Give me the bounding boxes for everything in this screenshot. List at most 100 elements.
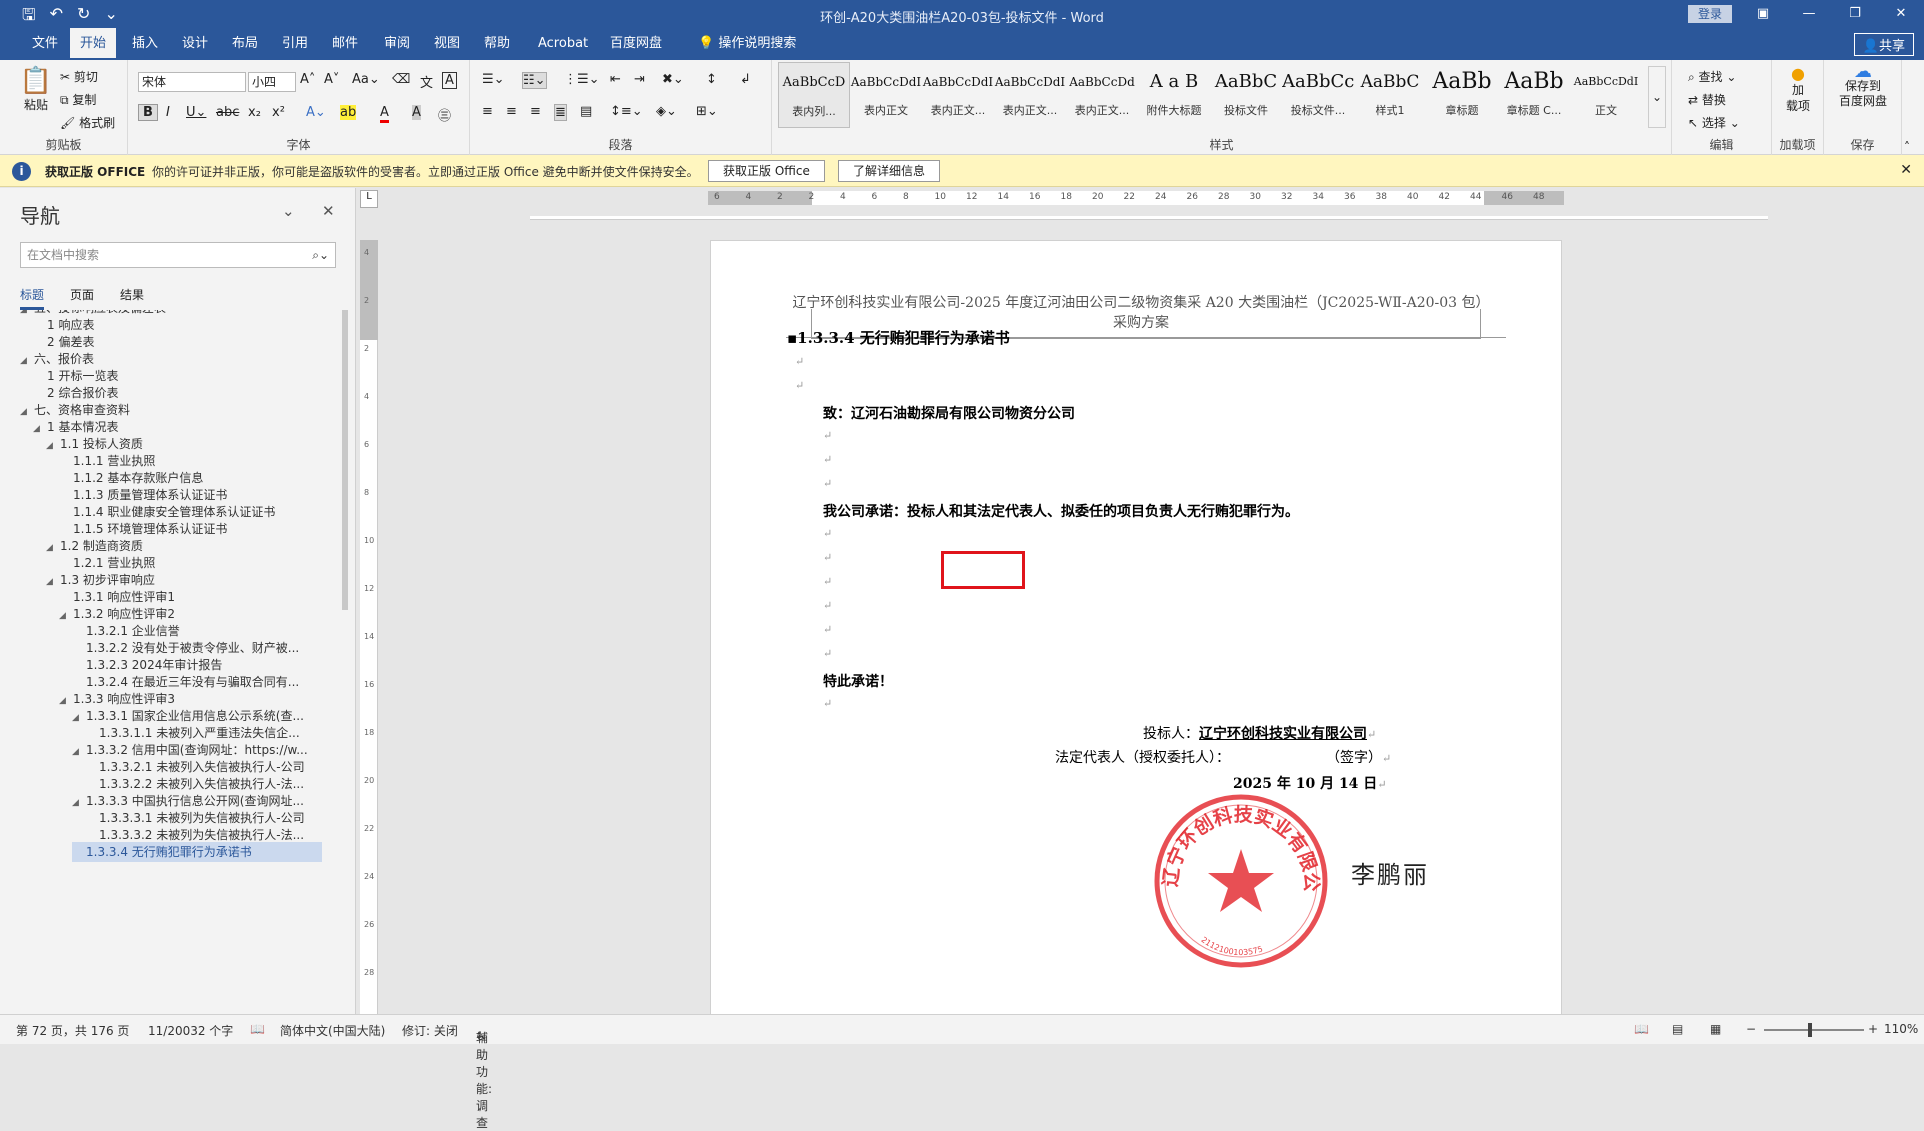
sort-icon[interactable]: ↕ (706, 72, 717, 87)
clear-format-icon[interactable]: ⌫ (392, 72, 410, 87)
read-mode-icon[interactable]: 📖 (1634, 1022, 1649, 1036)
increase-indent-icon[interactable]: ⇥ (634, 72, 645, 87)
style-item[interactable]: AaBbCcDdI 正文 (1570, 62, 1642, 128)
tab-references[interactable]: 引用 (272, 28, 318, 60)
grow-font-icon[interactable]: A˄ (300, 72, 315, 87)
copy-button[interactable]: ⧉ 复制 (60, 91, 96, 108)
highlight-icon[interactable]: ab (340, 105, 357, 120)
collapse-ribbon-icon[interactable]: ˄ (1904, 140, 1910, 154)
numbering-icon[interactable]: ☷⌄ (522, 72, 547, 89)
chinese-layout-icon[interactable]: ✖⌄ (662, 72, 684, 87)
minimize-icon[interactable]: — (1786, 0, 1832, 28)
language-status[interactable]: 简体中文(中国大陆) (280, 1022, 385, 1039)
distributed-icon[interactable]: ▤ (580, 104, 592, 119)
enclose-char-icon[interactable]: ㊂ (438, 105, 451, 124)
proofing-icon[interactable]: 📖 (250, 1022, 265, 1036)
search-icon[interactable]: ⌕⌄ (312, 243, 329, 267)
find-button[interactable]: ⌕ 查找 ⌄ (1688, 68, 1736, 85)
nav-search-input[interactable]: 在文档中搜索 ⌕⌄ (20, 242, 336, 268)
bold-icon[interactable]: B (138, 104, 158, 121)
collapse-triangle-icon[interactable]: ◢ (46, 538, 60, 558)
tab-view[interactable]: 视图 (424, 28, 470, 60)
collapse-triangle-icon[interactable]: ◢ (72, 742, 86, 762)
tab-review[interactable]: 审阅 (374, 28, 420, 60)
style-item[interactable]: AaBbCcDdI 表内正文... (922, 62, 994, 128)
strikethrough-icon[interactable]: abc (216, 105, 239, 120)
collapse-triangle-icon[interactable]: ◢ (59, 606, 73, 626)
collapse-triangle-icon[interactable]: ◢ (72, 793, 86, 813)
replace-button[interactable]: ⇄ 替换 (1688, 91, 1726, 108)
style-item[interactable]: AaBbCcDdI 表内正文 (850, 62, 922, 128)
change-case-icon[interactable]: Aa⌄ (352, 72, 380, 87)
underline-icon[interactable]: U⌄ (186, 105, 206, 120)
char-shading-icon[interactable]: A (412, 105, 421, 120)
justify-icon[interactable]: ≣ (554, 104, 567, 121)
align-center-icon[interactable]: ≡ (506, 104, 517, 119)
text-effects-icon[interactable]: A⌄ (306, 105, 326, 120)
close-window-icon[interactable]: ✕ (1878, 0, 1924, 28)
collapse-triangle-icon[interactable]: ◢ (46, 436, 60, 456)
tab-help[interactable]: 帮助 (474, 28, 520, 60)
collapse-triangle-icon[interactable]: ◢ (20, 402, 34, 422)
tab-selector[interactable]: L (360, 190, 378, 208)
font-name-select[interactable]: 宋体 (138, 72, 246, 92)
tab-home[interactable]: 开始 (70, 28, 117, 60)
phonetic-icon[interactable]: 文 (420, 72, 433, 91)
tab-design[interactable]: 设计 (172, 28, 218, 60)
nav-tab-results[interactable]: 结果 (120, 286, 144, 310)
subscript-icon[interactable]: x₂ (248, 105, 261, 120)
save-baidu-button[interactable]: ☁ 保存到 百度网盘 (1830, 63, 1896, 109)
paste-button[interactable]: 📋 粘贴 (18, 66, 54, 113)
shrink-font-icon[interactable]: A˅ (324, 72, 339, 87)
decrease-indent-icon[interactable]: ⇤ (610, 72, 621, 87)
collapse-triangle-icon[interactable]: ◢ (72, 708, 86, 728)
document-page[interactable]: 辽宁环创科技实业有限公司-2025 年度辽河油田公司二级物资集采 A20 大类围… (710, 240, 1562, 1020)
style-item[interactable]: AaBb 章标题 C... (1498, 62, 1570, 128)
select-button[interactable]: ↖ 选择 ⌄ (1688, 114, 1740, 131)
style-item[interactable]: AaBbCcDdI 表内正文... (994, 62, 1066, 128)
style-item[interactable]: AaBbCcD 表内列... (778, 62, 850, 128)
font-size-select[interactable]: 小四 (248, 72, 296, 92)
get-genuine-button[interactable]: 获取正版 Office (708, 160, 825, 182)
bullets-icon[interactable]: ☰⌄ (482, 72, 505, 87)
restore-icon[interactable]: ❐ (1832, 0, 1878, 28)
share-button[interactable]: 👤共享 (1853, 33, 1914, 56)
nav-options-icon[interactable]: ⌄ (282, 202, 295, 220)
multilevel-list-icon[interactable]: ⋮☰⌄ (564, 72, 600, 87)
collapse-triangle-icon[interactable]: ◢ (46, 572, 60, 592)
tab-baidu[interactable]: 百度网盘 (600, 28, 672, 60)
style-item[interactable]: AaBb 章标题 (1426, 62, 1498, 128)
style-item[interactable]: AaBbC 投标文件 (1210, 62, 1282, 128)
shading-icon[interactable]: ◈⌄ (656, 104, 677, 119)
nav-scrollbar[interactable] (342, 310, 348, 610)
track-changes-status[interactable]: 修订: 关闭 (402, 1022, 458, 1039)
align-right-icon[interactable]: ≡ (530, 104, 541, 119)
print-layout-icon[interactable]: ▤ (1672, 1022, 1683, 1036)
close-infobar-icon[interactable]: ✕ (1900, 162, 1912, 178)
ribbon-display-icon[interactable]: ▣ (1740, 0, 1786, 28)
style-item[interactable]: AaBbCc 投标文件... (1282, 62, 1354, 128)
web-layout-icon[interactable]: ▦ (1710, 1022, 1721, 1036)
superscript-icon[interactable]: x² (272, 105, 285, 120)
zoom-level[interactable]: 110% (1884, 1022, 1918, 1036)
zoom-slider[interactable] (1764, 1029, 1864, 1031)
collapse-triangle-icon[interactable]: ◢ (20, 310, 34, 320)
collapse-triangle-icon[interactable]: ◢ (59, 691, 73, 711)
tell-me-search[interactable]: 💡 操作说明搜索 (688, 28, 806, 60)
align-left-icon[interactable]: ≡ (482, 104, 493, 119)
format-painter-button[interactable]: 🖌 格式刷 (60, 114, 115, 131)
show-marks-icon[interactable]: ↲ (740, 72, 751, 87)
tab-file[interactable]: 文件 (22, 28, 68, 60)
style-item[interactable]: AaBbC 样式1 (1354, 62, 1426, 128)
addins-button[interactable]: ● 加 载项 (1780, 66, 1816, 114)
collapse-triangle-icon[interactable]: ◢ (33, 419, 47, 439)
login-button[interactable]: 登录 (1688, 5, 1732, 23)
page-count[interactable]: 第 72 页，共 176 页 (16, 1022, 129, 1039)
nav-tab-pages[interactable]: 页面 (70, 286, 94, 310)
italic-icon[interactable]: I (166, 105, 170, 120)
tab-mailings[interactable]: 邮件 (322, 28, 368, 60)
cut-button[interactable]: ✂ 剪切 (60, 68, 98, 85)
tab-insert[interactable]: 插入 (122, 28, 168, 60)
word-count[interactable]: 11/20032 个字 (148, 1022, 233, 1039)
tab-layout[interactable]: 布局 (222, 28, 268, 60)
